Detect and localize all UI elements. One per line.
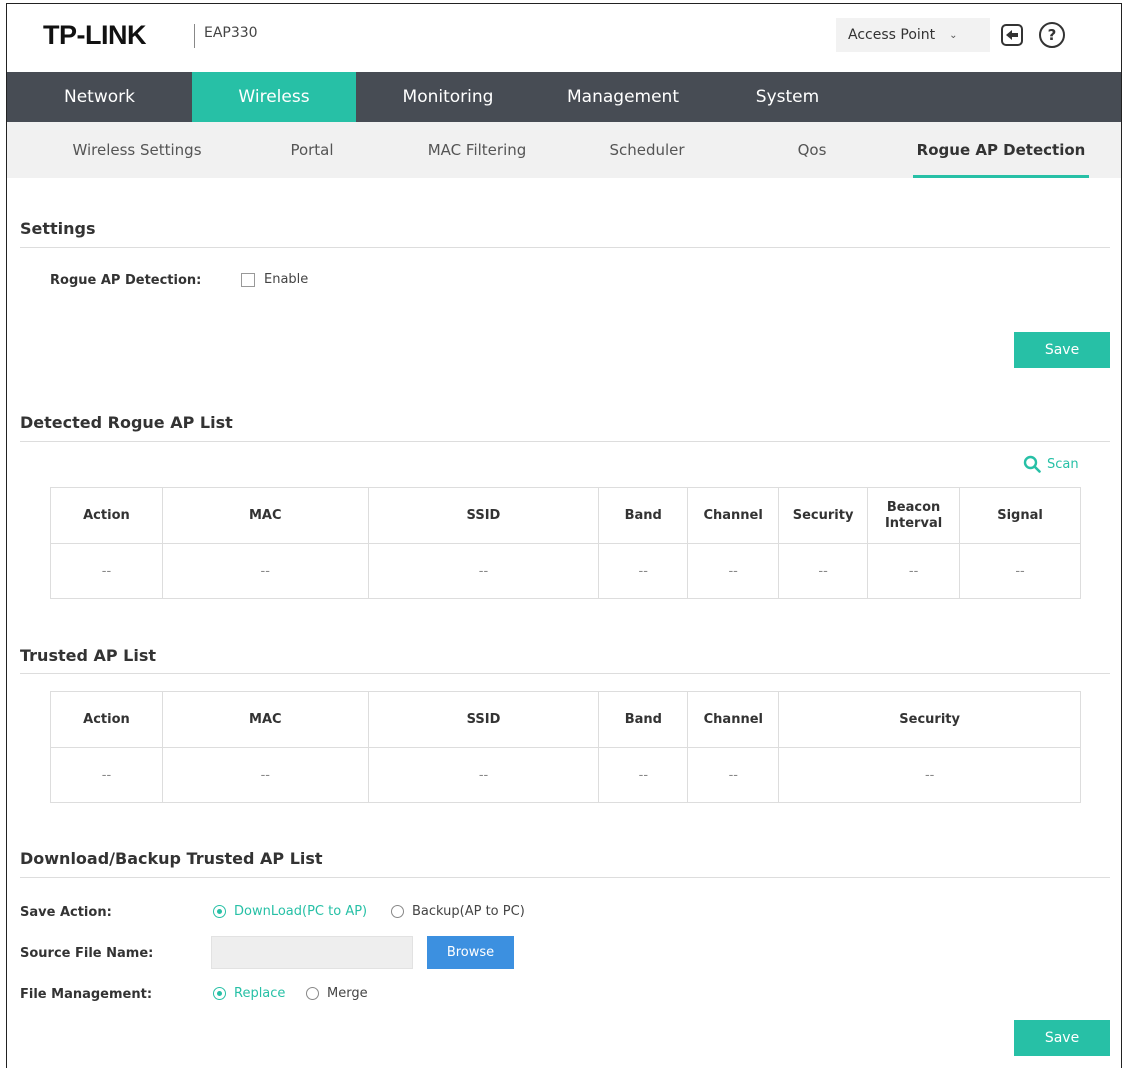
scan-button[interactable]: Scan — [1023, 455, 1079, 473]
tab-management[interactable]: Management — [540, 72, 706, 122]
table-cell: -- — [867, 543, 961, 599]
radio-download-label: DownLoad(PC to AP) — [234, 904, 368, 919]
table-cell: -- — [367, 543, 600, 599]
column-header: Security — [778, 691, 1081, 748]
scan-label: Scan — [1047, 456, 1079, 472]
logout-icon[interactable] — [1001, 24, 1023, 46]
table-cell: -- — [687, 747, 780, 803]
radio-unselected-icon[interactable] — [391, 905, 404, 918]
subtab-wireless-settings[interactable]: Wireless Settings — [57, 122, 217, 178]
table-header-row: Action MAC SSID Band Channel Security Be… — [50, 487, 1081, 544]
table-cell: -- — [598, 543, 689, 599]
table-cell: -- — [161, 543, 369, 599]
source-file-input[interactable] — [211, 936, 413, 969]
backup-save-button[interactable]: Save — [1014, 1020, 1110, 1056]
column-header: SSID — [367, 691, 600, 748]
subtab-qos[interactable]: Qos — [782, 122, 842, 178]
table-cell: -- — [959, 543, 1081, 599]
rogue-ap-detection-label: Rogue AP Detection: — [50, 273, 202, 288]
subtab-scheduler[interactable]: Scheduler — [597, 122, 697, 178]
settings-title: Settings — [20, 219, 96, 238]
table-cell: -- — [50, 747, 163, 803]
detected-list-title: Detected Rogue AP List — [20, 413, 233, 432]
column-header: SSID — [367, 487, 600, 544]
tab-network[interactable]: Network — [7, 72, 192, 122]
backup-section-divider — [20, 877, 1110, 878]
file-management-label: File Management: — [20, 987, 153, 1002]
sub-nav: Wireless Settings Portal MAC Filtering S… — [7, 122, 1121, 178]
backup-section-title: Download/Backup Trusted AP List — [20, 849, 323, 868]
save-action-label: Save Action: — [20, 905, 112, 920]
trusted-list-divider — [20, 673, 1110, 674]
enable-checkbox-box[interactable] — [241, 272, 255, 287]
table-cell: -- — [367, 747, 600, 803]
table-header-row: Action MAC SSID Band Channel Security — [50, 691, 1081, 748]
mode-select[interactable]: Access Point ⌄ — [836, 18, 990, 52]
radio-unselected-icon[interactable] — [306, 987, 319, 1000]
column-header: Beacon Interval — [867, 487, 961, 544]
column-header: Band — [598, 691, 689, 748]
radio-merge-label: Merge — [327, 986, 368, 1001]
table-cell: -- — [778, 543, 869, 599]
brand-logo: TP-LINK — [43, 20, 146, 50]
trusted-list-title: Trusted AP List — [20, 646, 157, 665]
column-header: Security — [778, 487, 869, 544]
column-header: Action — [50, 691, 163, 748]
table-row: -- -- -- -- -- -- -- -- — [50, 543, 1081, 599]
mode-select-value: Access Point — [848, 27, 936, 43]
table-row: -- -- -- -- -- -- — [50, 747, 1081, 803]
column-header: Action — [50, 487, 163, 544]
column-header: Channel — [687, 691, 780, 748]
top-header: TP-LINK EAP330 Access Point ⌄ ? — [7, 4, 1121, 72]
enable-checkbox[interactable]: Enable — [241, 272, 308, 287]
help-icon[interactable]: ? — [1039, 22, 1065, 48]
column-header: Signal — [959, 487, 1081, 544]
main-nav: Network Wireless Monitoring Management S… — [7, 72, 1121, 122]
radio-replace-label: Replace — [234, 986, 286, 1001]
browse-button[interactable]: Browse — [427, 936, 514, 969]
radio-download[interactable]: DownLoad(PC to AP) — [213, 904, 367, 919]
tab-system[interactable]: System — [706, 72, 869, 122]
search-icon — [1023, 455, 1041, 473]
table-cell: -- — [598, 747, 689, 803]
device-model: EAP330 — [204, 25, 258, 41]
detected-list-divider — [20, 441, 1110, 442]
column-header: Band — [598, 487, 689, 544]
subtab-mac-filtering[interactable]: MAC Filtering — [412, 122, 542, 178]
detected-rogue-ap-table: Action MAC SSID Band Channel Security Be… — [50, 487, 1081, 599]
radio-selected-icon[interactable] — [213, 987, 226, 1000]
logo-divider — [194, 24, 195, 48]
radio-backup[interactable]: Backup(AP to PC) — [391, 904, 525, 919]
trusted-ap-table: Action MAC SSID Band Channel Security --… — [50, 691, 1081, 803]
tab-wireless[interactable]: Wireless — [192, 72, 356, 122]
subtab-portal[interactable]: Portal — [277, 122, 347, 178]
table-cell: -- — [50, 543, 163, 599]
column-header: MAC — [161, 487, 369, 544]
radio-backup-label: Backup(AP to PC) — [412, 904, 525, 919]
radio-merge[interactable]: Merge — [306, 986, 368, 1001]
chevron-down-icon: ⌄ — [949, 29, 958, 41]
tab-monitoring[interactable]: Monitoring — [356, 72, 540, 122]
table-cell: -- — [687, 543, 780, 599]
table-cell: -- — [778, 747, 1081, 803]
enable-label: Enable — [264, 272, 309, 287]
page-frame: TP-LINK EAP330 Access Point ⌄ ? Network … — [6, 3, 1122, 1068]
column-header: Channel — [687, 487, 780, 544]
settings-save-button[interactable]: Save — [1014, 332, 1110, 368]
table-cell: -- — [161, 747, 369, 803]
radio-selected-icon[interactable] — [213, 905, 226, 918]
subtab-rogue-ap-detection[interactable]: Rogue AP Detection — [913, 122, 1089, 178]
source-file-label: Source File Name: — [20, 946, 154, 961]
column-header: MAC — [161, 691, 369, 748]
settings-divider — [20, 247, 1110, 248]
radio-replace[interactable]: Replace — [213, 986, 285, 1001]
